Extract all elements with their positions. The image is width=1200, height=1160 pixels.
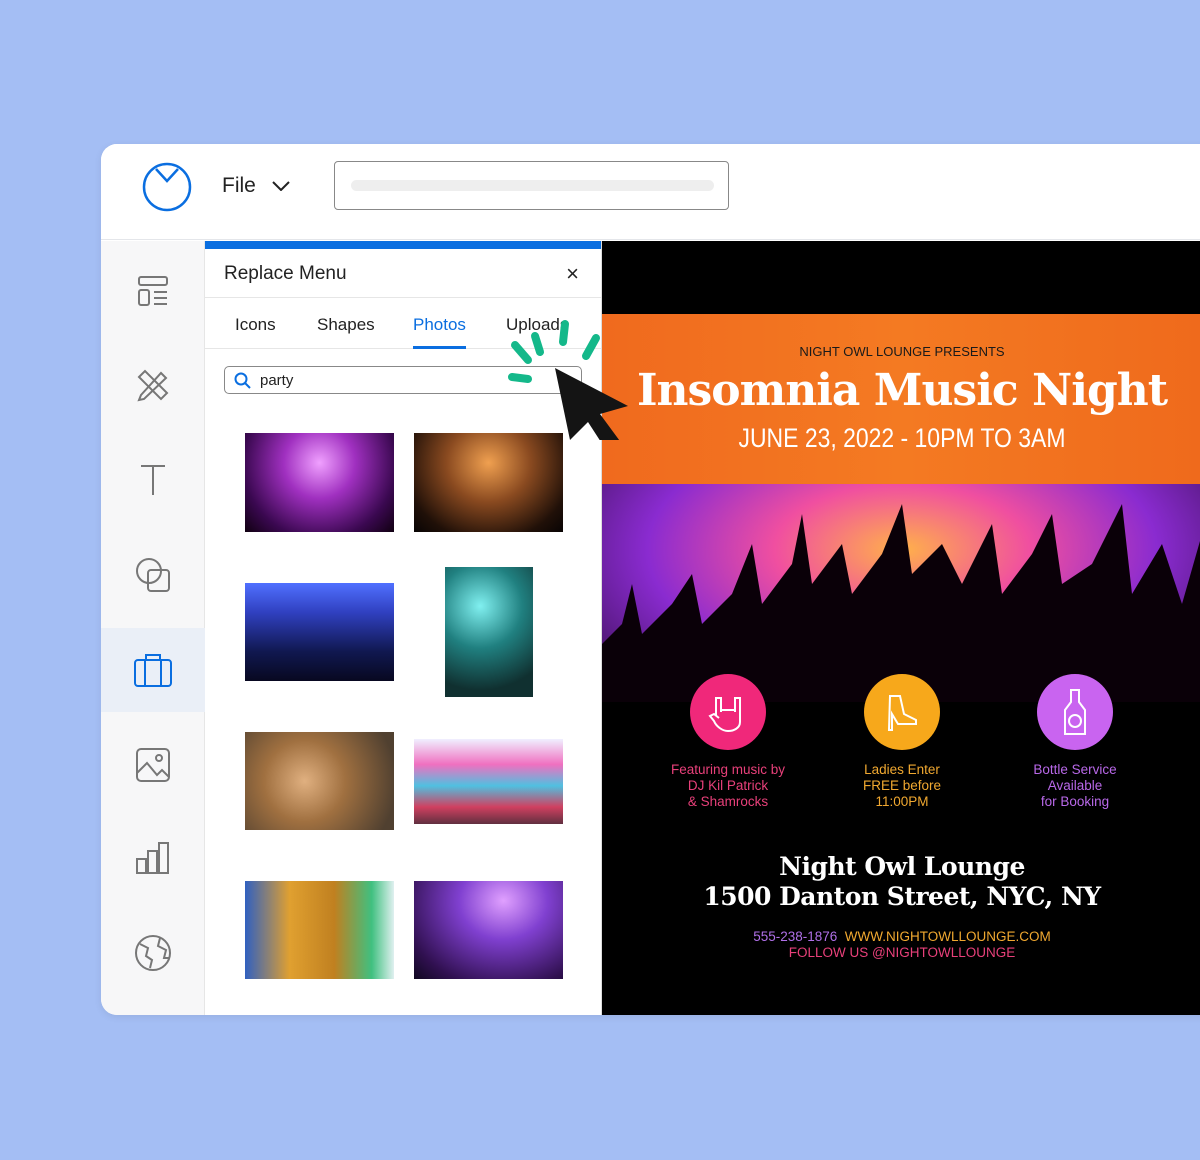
poster-phone: 555-238-1876	[753, 929, 838, 944]
text-icon	[141, 465, 165, 495]
clock-logo-icon[interactable]	[141, 161, 193, 213]
tab-shapes[interactable]: Shapes	[317, 315, 375, 335]
file-label: File	[222, 174, 256, 197]
search-input[interactable]	[260, 371, 520, 389]
crowd-photo	[602, 484, 1200, 702]
sidebar-item-shapes[interactable]	[101, 533, 205, 617]
sidebar-item-charts[interactable]	[101, 816, 205, 900]
bar-chart-icon	[136, 842, 169, 874]
photo-fireworks-crowd[interactable]	[245, 433, 394, 532]
photo-purple-concert-hands[interactable]	[414, 881, 563, 979]
photo-concert-crowd[interactable]	[414, 433, 563, 532]
tab-photos[interactable]: Photos	[413, 315, 466, 349]
feature-ladies[interactable]	[864, 674, 940, 750]
document-title-input[interactable]	[334, 161, 729, 210]
photo-champagne-toast[interactable]	[245, 732, 394, 830]
feature-music-text[interactable]: Featuring music by DJ Kil Patrick & Shamro…	[643, 762, 813, 810]
title-placeholder-bar	[351, 180, 714, 191]
panel-title: Replace Menu	[224, 263, 347, 284]
poster-title[interactable]: Insomnia Music Night	[602, 365, 1200, 416]
briefcase-icon	[134, 654, 172, 687]
file-menu[interactable]: File	[222, 174, 290, 198]
pencil-ruler-icon	[137, 369, 169, 402]
poster-website: WWW.NIGHTOWLLOUNGE.COM	[844, 929, 1051, 944]
chevron-down-icon	[272, 181, 290, 191]
sidebar	[101, 241, 205, 1015]
editor-window: File Replace Menu × Icons Shapes Photos …	[101, 144, 1200, 1015]
poster-presents[interactable]: NIGHT OWL LOUNGE PRESENTS	[602, 344, 1200, 359]
click-cursor-icon	[508, 320, 628, 440]
poster-date[interactable]: JUNE 23, 2022 - 10PM TO 3AM	[647, 423, 1157, 454]
image-icon	[136, 748, 170, 782]
sidebar-item-templates[interactable]	[101, 249, 205, 333]
poster-venue[interactable]: Night Owl Lounge	[602, 852, 1200, 881]
panel-accent-bar	[205, 241, 601, 249]
sidebar-item-text[interactable]	[101, 438, 205, 522]
bottle-icon	[1064, 689, 1086, 735]
rock-hand-icon	[708, 697, 741, 733]
sidebar-item-maps[interactable]	[101, 911, 205, 995]
globe-icon	[135, 935, 171, 971]
sidebar-item-graphics[interactable]	[101, 628, 205, 712]
photo-blue-party-lights[interactable]	[245, 583, 394, 681]
layout-icon	[138, 276, 168, 306]
search-icon	[234, 372, 251, 389]
tab-icons[interactable]: Icons	[235, 315, 276, 335]
photo-sparkler[interactable]	[445, 567, 533, 697]
feature-music[interactable]	[690, 674, 766, 750]
high-heel-icon	[887, 695, 917, 731]
poster-social[interactable]: FOLLOW US @NIGHTOWLLOUNGE	[602, 945, 1200, 960]
feature-bottle-text[interactable]: Bottle Service Available for Booking	[990, 762, 1160, 810]
sidebar-item-design[interactable]	[101, 343, 205, 427]
photo-color-powder-festival[interactable]	[414, 739, 563, 824]
shapes-icon	[136, 558, 170, 592]
poster-canvas[interactable]: NIGHT OWL LOUNGE PRESENTS Insomnia Music…	[602, 241, 1200, 1015]
photo-pineapples-party-hats[interactable]	[245, 881, 394, 979]
top-bar: File	[101, 144, 1200, 240]
feature-bottle[interactable]	[1037, 674, 1113, 750]
sidebar-item-photos[interactable]	[101, 723, 205, 807]
poster-contact[interactable]: 555-238-1876 WWW.NIGHTOWLLOUNGE.COM	[602, 929, 1200, 944]
close-icon[interactable]: ×	[566, 261, 579, 287]
feature-ladies-text[interactable]: Ladies Enter FREE before 11:00PM	[817, 762, 987, 810]
poster-address[interactable]: 1500 Danton Street, NYC, NY	[602, 882, 1200, 911]
